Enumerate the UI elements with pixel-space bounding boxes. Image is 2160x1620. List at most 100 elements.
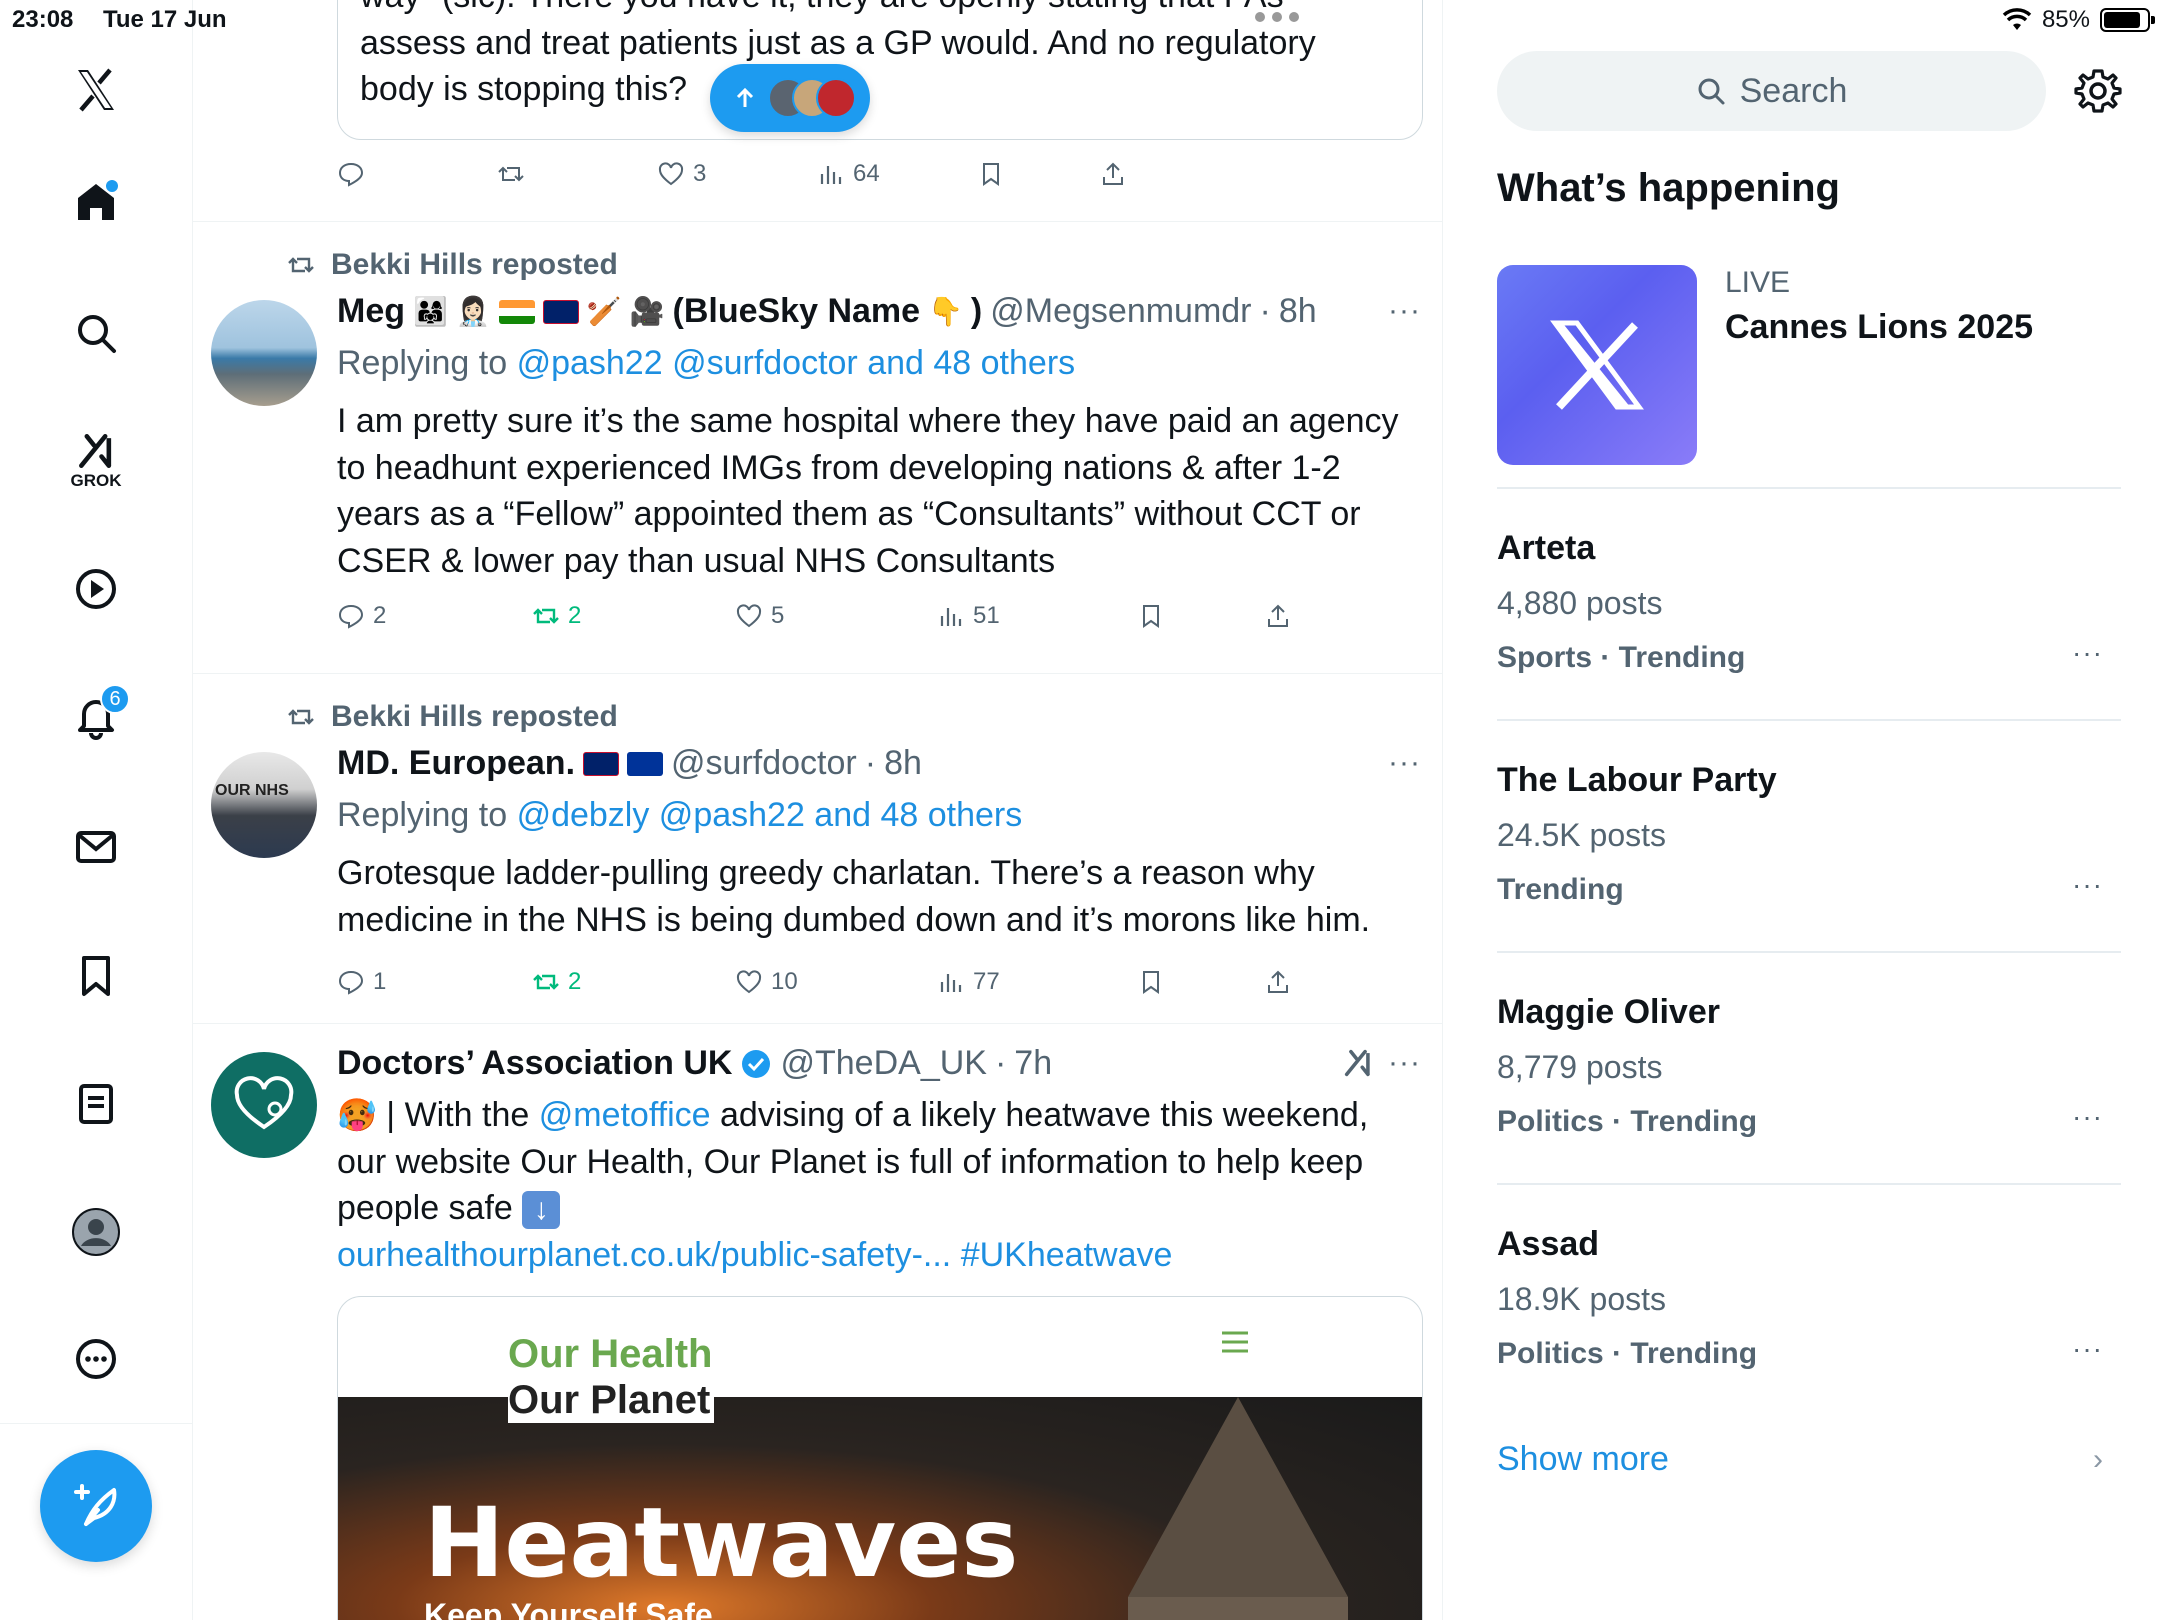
repost-attribution: Bekki Hills reposted bbox=[331, 248, 618, 281]
views-button[interactable]: 64 bbox=[817, 160, 880, 188]
divider bbox=[1497, 719, 2121, 721]
author-handle[interactable]: @surfdoctor bbox=[671, 744, 857, 783]
avatar[interactable] bbox=[211, 1052, 317, 1158]
chevron-right-icon: › bbox=[2093, 1443, 2103, 1476]
post-text-line: I am pretty sure it’s the same hospital … bbox=[337, 402, 1399, 440]
trend-more-icon[interactable]: ··· bbox=[2072, 637, 2103, 669]
link-preview-card[interactable]: Our Health Our Planet Heatwaves Keep You… bbox=[337, 1296, 1423, 1620]
views-button[interactable]: 51 bbox=[937, 602, 1000, 630]
views-icon bbox=[940, 974, 962, 992]
cricket-icon: 🏏 bbox=[586, 296, 622, 327]
reply-icon bbox=[338, 604, 364, 629]
post-time[interactable]: 7h bbox=[1014, 1044, 1052, 1083]
messages-icon[interactable] bbox=[60, 811, 132, 883]
view-count: 77 bbox=[973, 968, 1000, 995]
share-button[interactable] bbox=[1264, 968, 1292, 996]
right-sidebar: Search What’s happening LIVE Cannes Lion… bbox=[1443, 0, 2160, 1620]
like-button[interactable]: 10 bbox=[735, 968, 798, 996]
camera-icon: 🎥 bbox=[629, 296, 665, 327]
reply-button[interactable]: 1 bbox=[337, 968, 386, 996]
reply-button[interactable] bbox=[337, 160, 365, 188]
repost-button[interactable]: 2 bbox=[532, 602, 581, 630]
house-silhouette bbox=[1128, 1397, 1348, 1597]
reply-button[interactable]: 2 bbox=[337, 602, 386, 630]
heart-icon bbox=[736, 604, 762, 628]
grok-icon[interactable]: GROK bbox=[60, 424, 132, 496]
like-button[interactable]: 3 bbox=[657, 160, 706, 188]
live-event-thumbnail[interactable] bbox=[1497, 265, 1697, 465]
like-count: 10 bbox=[771, 968, 798, 995]
author-name[interactable]: Meg bbox=[337, 292, 405, 331]
lists-icon[interactable] bbox=[60, 1068, 132, 1140]
settings-gear-icon[interactable] bbox=[2073, 66, 2123, 116]
x-logo-icon[interactable] bbox=[60, 54, 132, 126]
avatar[interactable] bbox=[211, 300, 317, 406]
post-text-line: medicine in the NHS is being dumbed down… bbox=[337, 900, 1371, 939]
post-more-icon[interactable]: ··· bbox=[1388, 294, 1421, 328]
repost-button[interactable] bbox=[497, 160, 525, 188]
grok-label: GROK bbox=[70, 471, 122, 490]
more-options-icon[interactable] bbox=[60, 1323, 132, 1395]
show-more-link[interactable]: Show more bbox=[1497, 1440, 1669, 1479]
post-text-line: people safe bbox=[337, 1189, 513, 1227]
like-button[interactable]: 5 bbox=[735, 602, 784, 630]
heart-icon bbox=[736, 970, 762, 994]
grok-explain-icon[interactable] bbox=[1341, 1046, 1375, 1080]
new-posts-pill[interactable] bbox=[710, 64, 870, 132]
author-handle[interactable]: @Megsenmumdr bbox=[990, 292, 1251, 331]
tweet[interactable]: Doctors’ Association UK @TheDA_UK · 7h ·… bbox=[193, 1024, 1442, 1620]
views-button[interactable]: 77 bbox=[937, 968, 1000, 996]
share-button[interactable] bbox=[1099, 160, 1127, 188]
bookmark-button[interactable] bbox=[977, 160, 1005, 188]
card-headline: Heatwaves bbox=[424, 1487, 1019, 1599]
emoji-icon: 👩🏻‍⚕️ bbox=[455, 296, 491, 327]
author-handle[interactable]: @TheDA_UK bbox=[780, 1044, 986, 1083]
profile-avatar-icon[interactable] bbox=[60, 1196, 132, 1268]
card-subline: Keep Yourself Safe bbox=[424, 1597, 713, 1620]
search-input[interactable]: Search bbox=[1497, 51, 2046, 131]
tweet[interactable]: Bekki Hills reposted OUR NHS MD. Europea… bbox=[193, 674, 1442, 1024]
tweet[interactable]: Bekki Hills reposted Meg 👨‍👩‍👧 👩🏻‍⚕️ 🏏 🎥… bbox=[193, 222, 1442, 674]
trend-item[interactable]: Arteta 4,880 posts Sports · Trending ··· bbox=[1497, 487, 2121, 719]
trend-item[interactable]: Assad 18.9K posts Politics · Trending ··… bbox=[1497, 1183, 2121, 1415]
repost-icon bbox=[288, 709, 314, 725]
home-icon[interactable] bbox=[60, 166, 132, 238]
post-more-icon[interactable]: ··· bbox=[1388, 746, 1421, 780]
post-text: 🥵 | With the @metoffice advising of a li… bbox=[337, 1092, 1368, 1278]
compose-post-button[interactable] bbox=[40, 1450, 152, 1562]
avatar[interactable]: OUR NHS bbox=[211, 752, 317, 858]
search-icon[interactable] bbox=[60, 297, 132, 369]
uk-flag-icon bbox=[542, 299, 579, 324]
post-time[interactable]: 8h bbox=[1279, 292, 1317, 331]
bookmark-button[interactable] bbox=[1137, 968, 1165, 996]
notifications-icon[interactable]: 6 bbox=[60, 680, 132, 752]
trend-more-icon[interactable]: ··· bbox=[2072, 1333, 2103, 1365]
replying-to-link[interactable]: @debzly @pash22 and 48 others bbox=[517, 796, 1023, 834]
post-text-line: years as a “Fellow” appointed them as “C… bbox=[337, 495, 1361, 533]
post-time[interactable]: 8h bbox=[884, 744, 922, 783]
post-more-icon[interactable]: ··· bbox=[1388, 1046, 1421, 1080]
bookmark-button[interactable] bbox=[1137, 602, 1165, 630]
author-name[interactable]: Doctors’ Association UK bbox=[337, 1044, 732, 1083]
share-button[interactable] bbox=[1264, 602, 1292, 630]
live-event-title[interactable]: Cannes Lions 2025 bbox=[1725, 308, 2033, 347]
trend-more-icon[interactable]: ··· bbox=[2072, 1101, 2103, 1133]
trend-item[interactable]: The Labour Party 24.5K posts Trending ··… bbox=[1497, 719, 2121, 951]
trend-item[interactable]: Maggie Oliver 8,779 posts Politics · Tre… bbox=[1497, 951, 2121, 1183]
mention-link[interactable]: @metoffice bbox=[539, 1096, 711, 1134]
external-link[interactable]: ourhealthourplanet.co.uk/public-safety-.… bbox=[337, 1236, 951, 1274]
repost-button[interactable]: 2 bbox=[532, 968, 581, 996]
search-icon bbox=[1698, 78, 1725, 105]
replying-to-link[interactable]: @pash22 @surfdoctor and 48 others bbox=[517, 344, 1076, 382]
battery-icon bbox=[2100, 8, 2155, 32]
trend-post-count: 18.9K posts bbox=[1497, 1281, 1666, 1317]
hashtag-link[interactable]: #UKheatwave bbox=[961, 1236, 1173, 1274]
trend-more-icon[interactable]: ··· bbox=[2072, 869, 2103, 901]
bookmarks-icon[interactable] bbox=[60, 940, 132, 1012]
author-name[interactable]: MD. European. bbox=[337, 744, 575, 783]
trend-name: Assad bbox=[1497, 1225, 1600, 1263]
trend-name: The Labour Party bbox=[1497, 761, 1777, 799]
stethoscope-heart-icon bbox=[234, 1076, 294, 1130]
card-hero-image: Heatwaves Keep Yourself Safe bbox=[338, 1397, 1422, 1620]
video-icon[interactable] bbox=[60, 553, 132, 625]
